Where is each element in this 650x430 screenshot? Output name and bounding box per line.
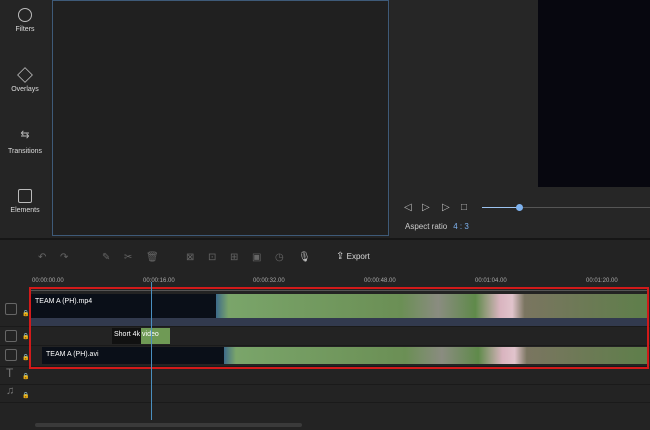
redo-icon[interactable]: ↷ [60, 252, 68, 263]
elements-icon [18, 189, 32, 203]
video-track-icon [5, 349, 17, 361]
mosaic-icon[interactable]: ⊞ [230, 252, 238, 263]
freeze-icon[interactable]: ▣ [252, 252, 261, 263]
text-track-icon: T [6, 366, 14, 380]
prev-frame-icon[interactable]: ◁ [404, 202, 412, 213]
edit-icon[interactable]: ✎ [102, 252, 110, 263]
ruler-tick: 00:01:04.00 [475, 278, 507, 284]
sidebar-item-overlays[interactable]: Overlays [0, 67, 50, 93]
export-label: Export [346, 252, 370, 261]
media-panel [52, 0, 389, 236]
ruler-tick: 00:00:16.00 [143, 278, 175, 284]
playback-slider[interactable] [482, 207, 650, 208]
cut-icon[interactable]: ✂ [124, 252, 132, 263]
ruler-tick: 00:00:48.00 [364, 278, 396, 284]
slider-handle[interactable] [516, 204, 523, 211]
playhead[interactable] [151, 282, 152, 420]
export-icon: ⇪ [336, 251, 345, 262]
sidebar-item-transitions[interactable]: ⇆ Transitions [0, 128, 50, 155]
crop-icon[interactable]: ⊠ [186, 252, 194, 263]
speed-icon[interactable]: ◷ [275, 252, 284, 263]
sidebar-label: Elements [10, 207, 40, 214]
ruler-tick: 00:00:00.00 [32, 278, 64, 284]
sidebar-label: Transitions [8, 148, 42, 155]
divider [0, 238, 650, 240]
aspect-ratio: Aspect ratio 4 : 3 [405, 222, 469, 231]
video-track-icon [5, 330, 17, 342]
sidebar-label: Filters [15, 26, 35, 33]
next-frame-icon[interactable]: ▷ [442, 202, 450, 213]
music-track-icon: ♫ [6, 385, 15, 397]
stop-icon[interactable]: □ [461, 202, 467, 213]
timeline-scrollbar[interactable] [35, 423, 302, 427]
transitions-icon: ⇆ [20, 129, 30, 141]
sidebar: Filters Overlays ⇆ Transitions Elements [0, 0, 50, 238]
sidebar-item-elements[interactable]: Elements [0, 189, 50, 214]
video-track-icon [5, 303, 17, 315]
undo-icon[interactable]: ↶ [38, 252, 46, 263]
video-preview [538, 0, 650, 187]
export-button[interactable]: ⇪ Export [336, 251, 370, 262]
overlays-icon [17, 67, 33, 83]
sidebar-item-filters[interactable]: Filters [0, 8, 50, 33]
filters-icon [18, 8, 32, 22]
aspect-value[interactable]: 4 : 3 [453, 222, 469, 231]
microphone-icon[interactable]: 🎙 [298, 252, 311, 263]
aspect-label: Aspect ratio [405, 222, 448, 231]
lock-icon[interactable]: 🔒 [22, 392, 29, 399]
delete-icon[interactable]: 🗑 [146, 252, 159, 263]
highlight-box [29, 287, 649, 369]
lock-icon[interactable]: 🔒 [22, 373, 29, 380]
ruler-tick: 00:01:20.00 [586, 278, 618, 284]
sidebar-label: Overlays [11, 86, 39, 93]
ruler-tick: 00:00:32.00 [253, 278, 285, 284]
zoom-icon[interactable]: ⊡ [208, 252, 216, 263]
play-icon[interactable]: ▷ [422, 202, 430, 213]
